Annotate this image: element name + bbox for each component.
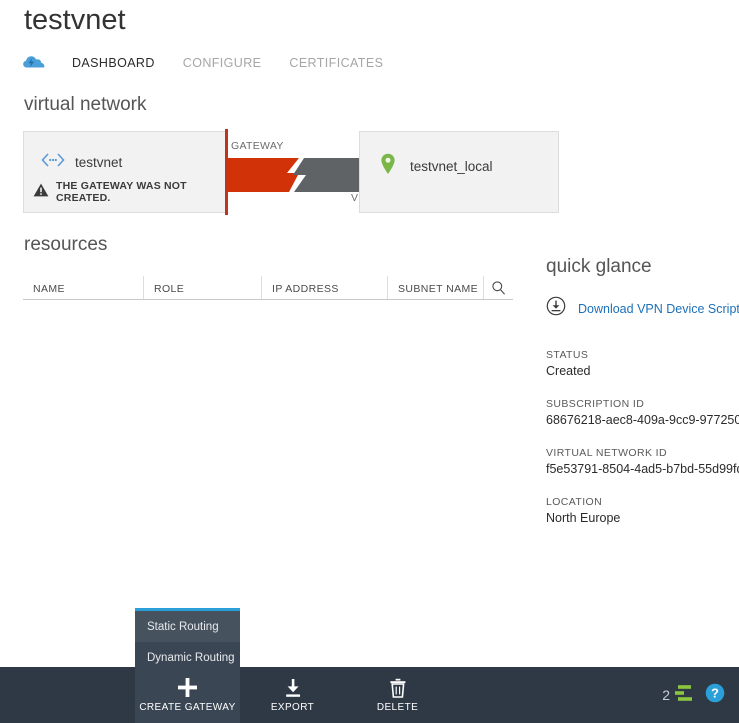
column-header-name[interactable]: NAME: [23, 276, 143, 299]
virtual-network-heading: virtual network: [24, 94, 147, 116]
command-bar-buttons: CREATE GATEWAY EXPORT: [135, 667, 450, 723]
warning-triangle-icon: [33, 183, 49, 202]
vnet-node-header: testvnet: [41, 152, 122, 173]
plus-icon: [177, 677, 198, 698]
location-pin-icon: [380, 153, 396, 180]
export-button[interactable]: EXPORT: [240, 667, 345, 723]
gateway-warning: THE GATEWAY WAS NOT CREATED.: [33, 180, 225, 204]
table-header-row: NAME ROLE IP ADDRESS SUBNET NAME: [23, 276, 513, 300]
column-header-role[interactable]: ROLE: [143, 276, 261, 299]
field-value-subscription-id: 68676218-aec8-409a-9cc9-9772507: [546, 413, 739, 427]
local-network-node[interactable]: testvnet_local: [359, 131, 559, 213]
local-node-header: testvnet_local: [380, 153, 493, 180]
command-bar-right: 2 ?: [662, 667, 725, 723]
download-icon: [283, 677, 303, 698]
page-title: testvnet: [24, 0, 126, 40]
gateway-vpn-link: GATEWAY VPN: [225, 129, 365, 215]
azure-portal-page: testvnet DASHBOARD CONFIGURE CERTIFICATE…: [0, 0, 739, 723]
resources-table: NAME ROLE IP ADDRESS SUBNET NAME: [23, 276, 513, 300]
download-vpn-script-row[interactable]: Download VPN Device Script: [546, 296, 739, 321]
field-label-status: STATUS: [546, 349, 739, 361]
field-value-location: North Europe: [546, 511, 739, 525]
create-gateway-menu: Static Routing Dynamic Routing: [135, 608, 240, 673]
local-node-label: testvnet_local: [410, 159, 493, 174]
create-gateway-label: CREATE GATEWAY: [139, 702, 235, 713]
vnet-node[interactable]: testvnet THE GATEWAY WAS NOT CREATED.: [23, 131, 226, 213]
column-header-subnet-name[interactable]: SUBNET NAME: [387, 276, 483, 299]
gateway-label: GATEWAY: [231, 140, 284, 152]
quick-glance-panel: Download VPN Device Script STATUS Create…: [546, 296, 739, 545]
quick-glance-field-status: STATUS Created: [546, 349, 739, 378]
quick-glance-field-virtual-network-id: VIRTUAL NETWORK ID f5e53791-8504-4ad5-b7…: [546, 447, 739, 476]
svg-text:?: ?: [711, 685, 719, 700]
column-header-ip-address[interactable]: IP ADDRESS: [261, 276, 387, 299]
field-value-status: Created: [546, 364, 739, 378]
azure-cloud-logo-icon: [22, 50, 48, 76]
delete-label: DELETE: [377, 702, 418, 713]
download-vpn-script-link[interactable]: Download VPN Device Script: [578, 302, 739, 316]
quick-glance-field-location: LOCATION North Europe: [546, 496, 739, 525]
activity-log-button[interactable]: 2: [662, 683, 694, 708]
help-icon[interactable]: ?: [705, 683, 725, 708]
download-circle-icon: [546, 296, 566, 321]
field-label-subscription-id: SUBSCRIPTION ID: [546, 398, 739, 410]
delete-button[interactable]: DELETE: [345, 667, 450, 723]
gateway-warning-text: THE GATEWAY WAS NOT CREATED.: [56, 180, 225, 204]
tab-bar: DASHBOARD CONFIGURE CERTIFICATES: [22, 50, 397, 76]
menu-item-static-routing[interactable]: Static Routing: [135, 611, 240, 642]
activity-log-icon: [672, 683, 694, 708]
activity-log-count: 2: [662, 687, 670, 703]
field-value-virtual-network-id: f5e53791-8504-4ad5-b7bd-55d99fd: [546, 462, 739, 476]
virtual-network-icon: [41, 152, 65, 173]
search-icon[interactable]: [483, 276, 513, 299]
export-label: EXPORT: [271, 702, 314, 713]
field-label-location: LOCATION: [546, 496, 739, 508]
quick-glance-field-subscription-id: SUBSCRIPTION ID 68676218-aec8-409a-9cc9-…: [546, 398, 739, 427]
field-label-virtual-network-id: VIRTUAL NETWORK ID: [546, 447, 739, 459]
resources-heading: resources: [24, 234, 107, 256]
quick-glance-heading: quick glance: [546, 256, 652, 278]
tab-dashboard[interactable]: DASHBOARD: [58, 56, 169, 70]
vnet-node-label: testvnet: [75, 155, 122, 170]
tab-certificates[interactable]: CERTIFICATES: [275, 56, 397, 70]
broken-connection-icon: [227, 158, 365, 192]
tab-configure[interactable]: CONFIGURE: [169, 56, 276, 70]
create-gateway-button[interactable]: CREATE GATEWAY: [135, 667, 240, 723]
network-diagram: testvnet THE GATEWAY WAS NOT CREATED. GA…: [23, 131, 559, 213]
command-bar: CREATE GATEWAY EXPORT: [0, 667, 739, 723]
trash-icon: [389, 677, 407, 698]
